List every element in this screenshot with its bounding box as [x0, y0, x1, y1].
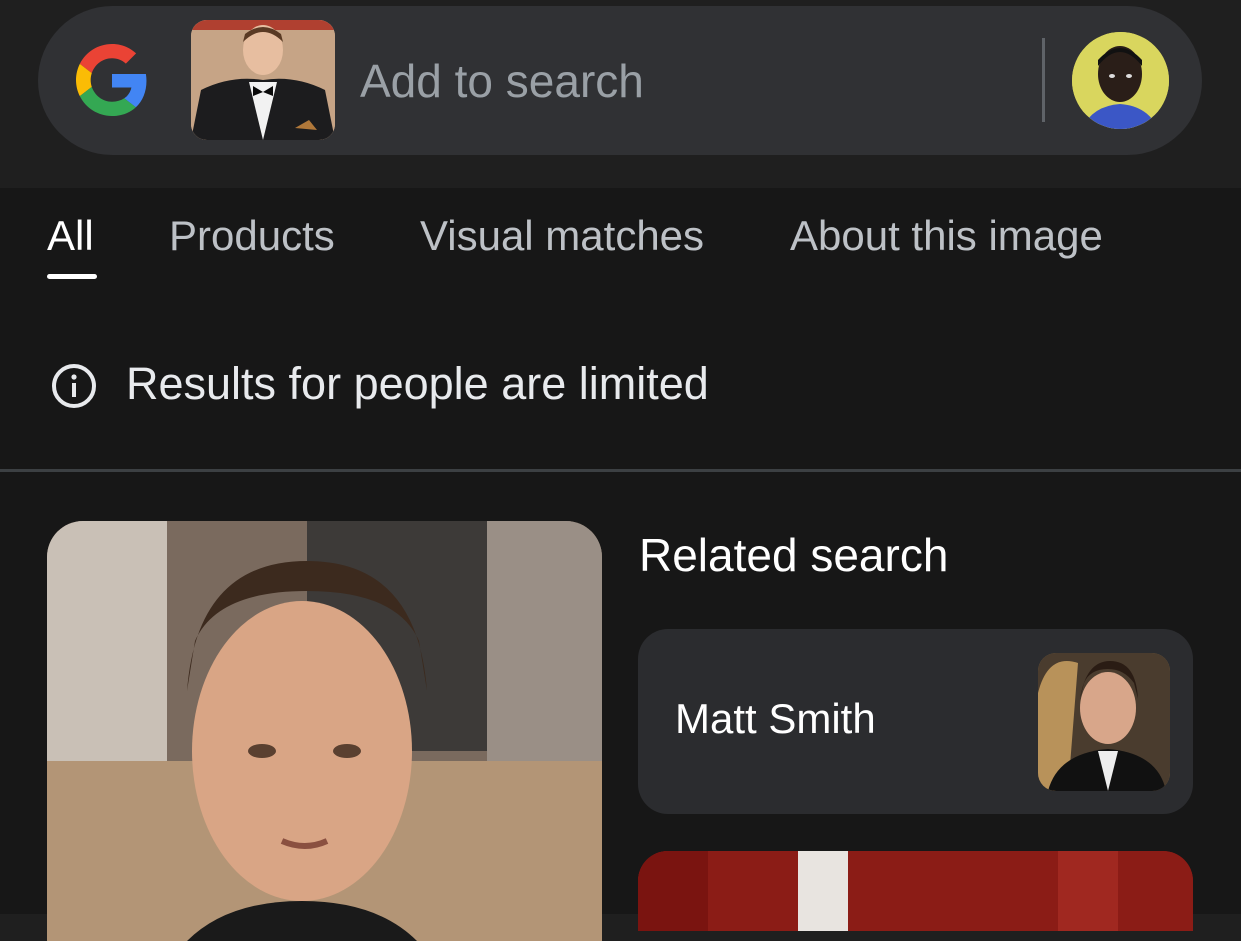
search-divider — [1042, 38, 1045, 122]
result-photo — [47, 521, 602, 941]
search-input[interactable] — [360, 48, 1020, 114]
related-photo-2 — [638, 851, 1193, 931]
related-search-label: Matt Smith — [675, 695, 876, 742]
notice-text: Results for people are limited — [126, 358, 709, 409]
related-search-title: Related search — [639, 529, 949, 581]
tab-all[interactable]: All — [47, 212, 94, 260]
results-panel: All Products Visual matches About this i… — [0, 188, 1241, 941]
limited-results-notice: Results for people are limited — [0, 348, 1241, 428]
active-tab-indicator — [47, 274, 97, 279]
related-search-card[interactable]: Matt Smith — [638, 629, 1193, 814]
result-image[interactable] — [47, 521, 602, 941]
tab-visual-matches[interactable]: Visual matches — [420, 212, 704, 260]
tab-bar: All Products Visual matches About this i… — [0, 188, 1241, 288]
google-logo-icon[interactable] — [76, 44, 148, 116]
top-bar — [0, 0, 1241, 188]
info-icon — [52, 364, 96, 408]
tab-products[interactable]: Products — [169, 212, 335, 260]
tab-about-this-image[interactable]: About this image — [790, 212, 1103, 260]
related-search-card-2[interactable] — [638, 851, 1193, 931]
account-avatar[interactable] — [1072, 32, 1169, 129]
related-photo — [1038, 653, 1170, 791]
query-image-thumbnail[interactable] — [191, 20, 335, 140]
section-divider — [0, 469, 1241, 472]
query-image — [191, 20, 335, 140]
related-search-thumbnail — [1038, 653, 1170, 791]
avatar-image — [1072, 32, 1169, 129]
